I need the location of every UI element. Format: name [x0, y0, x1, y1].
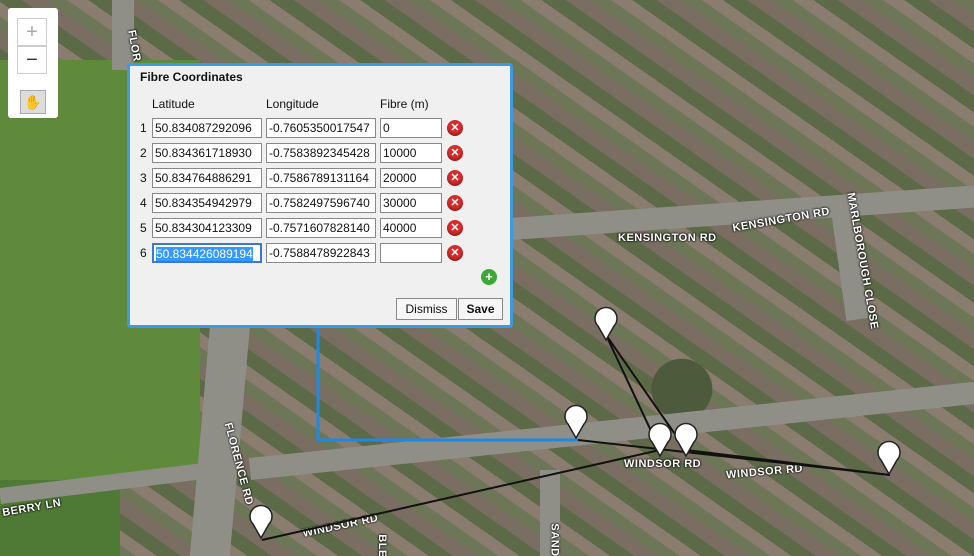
fibre-input[interactable]: 0	[380, 118, 442, 138]
row-number: 1	[140, 121, 147, 135]
fibre-input[interactable]: 20000	[380, 168, 442, 188]
longitude-input[interactable]: -0.7588478922843	[266, 243, 376, 263]
latitude-input[interactable]: 50.834304123309	[152, 218, 262, 238]
dialog-title: Fibre Coordinates	[140, 70, 243, 84]
map-marker	[594, 306, 618, 342]
coordinate-row: 3 50.834764886291 -0.7586789131164 20000…	[130, 168, 510, 190]
coordinate-row: 5 50.834304123309 -0.7571607828140 40000…	[130, 218, 510, 240]
fibre-input[interactable]	[380, 243, 442, 263]
map-marker	[564, 404, 588, 440]
coordinate-row: 2 50.834361718930 -0.7583892345428 10000…	[130, 143, 510, 165]
longitude-input[interactable]: -0.7582497596740	[266, 193, 376, 213]
latitude-input[interactable]: 50.834354942979	[152, 193, 262, 213]
zoom-in-button[interactable]: +	[17, 18, 47, 46]
map-controls: + − ✋	[8, 8, 58, 118]
latitude-input[interactable]: 50.834087292096	[152, 118, 262, 138]
hand-icon[interactable]: ✋	[20, 90, 46, 114]
dismiss-button[interactable]: Dismiss	[396, 298, 457, 320]
fibre-header: Fibre (m)	[380, 97, 429, 111]
fibre-input[interactable]: 40000	[380, 218, 442, 238]
map-marker	[249, 504, 273, 540]
zoom-out-button[interactable]: −	[17, 46, 47, 74]
coordinate-row: 4 50.834354942979 -0.7582497596740 30000…	[130, 193, 510, 215]
fibre-input[interactable]: 10000	[380, 143, 442, 163]
longitude-input[interactable]: -0.7586789131164	[266, 168, 376, 188]
map-marker	[877, 440, 901, 476]
latitude-input[interactable]: 50.834361718930	[152, 143, 262, 163]
delete-icon[interactable]: ✕	[447, 145, 463, 161]
longitude-header: Longitude	[266, 97, 319, 111]
latitude-input[interactable]: 50.834764886291	[152, 168, 262, 188]
fibre-route-line	[316, 325, 578, 442]
row-number: 4	[140, 196, 147, 210]
longitude-input[interactable]: -0.7571607828140	[266, 218, 376, 238]
fibre-input[interactable]: 30000	[380, 193, 442, 213]
row-number: 2	[140, 146, 147, 160]
save-button[interactable]: Save	[458, 298, 503, 320]
longitude-input[interactable]: -0.7605350017547	[266, 118, 376, 138]
longitude-input[interactable]: -0.7583892345428	[266, 143, 376, 163]
row-number: 6	[140, 246, 147, 260]
row-number: 3	[140, 171, 147, 185]
latitude-header: Latitude	[152, 97, 195, 111]
latitude-input-selected-text: 50.834426089194	[156, 247, 253, 261]
delete-icon[interactable]: ✕	[447, 195, 463, 211]
coordinate-row: 6 50.834426089194 -0.7588478922843 ✕	[130, 243, 510, 265]
latitude-input[interactable]: 50.834426089194	[152, 243, 262, 263]
add-icon[interactable]: +	[481, 269, 497, 285]
delete-icon[interactable]: ✕	[447, 220, 463, 236]
delete-icon[interactable]: ✕	[447, 170, 463, 186]
row-number: 5	[140, 221, 147, 235]
delete-icon[interactable]: ✕	[447, 120, 463, 136]
coordinate-row: 1 50.834087292096 -0.7605350017547 0 ✕	[130, 118, 510, 140]
delete-icon[interactable]: ✕	[447, 245, 463, 261]
fibre-coordinates-dialog: Fibre Coordinates Latitude Longitude Fib…	[127, 63, 513, 328]
